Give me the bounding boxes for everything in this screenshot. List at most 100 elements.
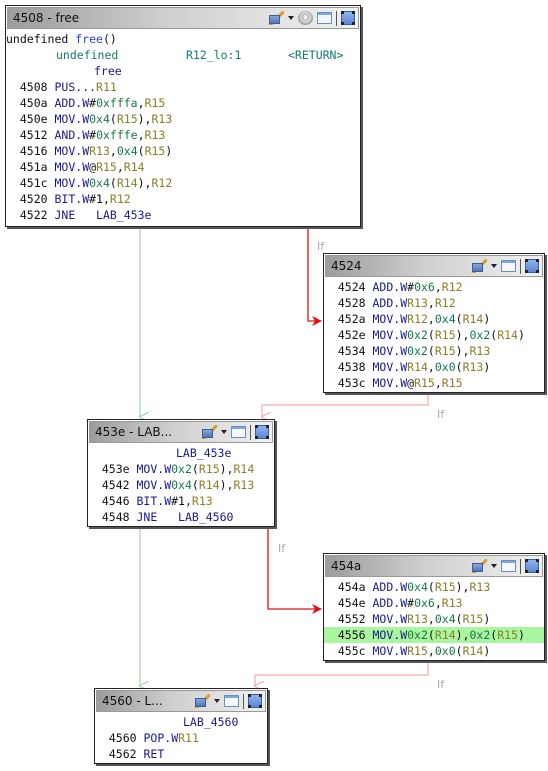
instruction-mnemonic[interactable]: MOV.W (137, 478, 172, 492)
operand-register[interactable]: R13 (407, 612, 428, 626)
instruction-row[interactable]: 4528 ADD.WR13,R12 (324, 295, 544, 311)
operand-register[interactable]: R14 (463, 644, 484, 658)
window-icon[interactable] (501, 560, 516, 572)
instruction-row[interactable]: 4534 MOV.W0x2(R15),R13 (324, 343, 544, 359)
operand-register[interactable]: R13 (145, 128, 166, 142)
instruction-mnemonic[interactable]: AND.W (55, 128, 90, 142)
instruction-mnemonic[interactable]: ADD.W (373, 596, 408, 610)
operand-immediate[interactable]: 0x6 (414, 280, 435, 294)
block-titlebar[interactable]: 4560 - L... (96, 690, 266, 712)
operand-immediate[interactable]: 0x2 (469, 628, 490, 642)
paint-brush-icon[interactable] (194, 694, 210, 708)
instruction-row[interactable]: 4542 MOV.W0x4(R14),R13 (88, 477, 274, 493)
instruction-mnemonic[interactable]: MOV.W (55, 176, 90, 190)
operand-immediate[interactable]: 0x4 (435, 612, 456, 626)
instruction-row[interactable]: 4508 PUS...R11 (6, 79, 360, 95)
instruction-mnemonic[interactable]: JNE (137, 510, 172, 524)
instruction-address[interactable]: 4548 (102, 510, 130, 524)
instruction-address[interactable]: 454e (338, 596, 366, 610)
instruction-row[interactable]: 451a MOV.W@R15,R14 (6, 159, 360, 175)
operand-register[interactable]: R15 (442, 376, 463, 390)
label-free[interactable]: free (94, 63, 122, 79)
operand-register[interactable]: R15 (435, 328, 456, 342)
operand-immediate[interactable]: 0x2 (407, 328, 428, 342)
instruction-address[interactable]: 452a (338, 312, 366, 326)
instruction-address[interactable]: 4556 (338, 628, 366, 642)
instruction-mnemonic[interactable]: MOV.W (373, 376, 408, 390)
instruction-row[interactable]: 451c MOV.W0x4(R14),R12 (6, 175, 360, 191)
operand-immediate[interactable]: 0x2 (407, 628, 428, 642)
operand-register[interactable]: R14 (463, 312, 484, 326)
window-icon[interactable] (317, 12, 332, 24)
operand-register[interactable]: R14 (199, 478, 220, 492)
operand-register[interactable]: R13 (469, 344, 490, 358)
operand-register[interactable]: R13 (442, 596, 463, 610)
block-titlebar[interactable]: 453e - LAB... (89, 421, 273, 443)
instruction-mnemonic[interactable]: MOV.W (373, 612, 408, 626)
operand-immediate[interactable]: 0x4 (89, 176, 110, 190)
instruction-address[interactable]: 4520 (20, 192, 48, 206)
instruction-address[interactable]: 451c (20, 176, 48, 190)
instruction-mnemonic[interactable]: ADD.W (55, 96, 90, 110)
operand-immediate[interactable]: 0xfffa (96, 96, 138, 110)
instruction-address[interactable]: 453e (102, 462, 130, 476)
instruction-mnemonic[interactable]: MOV.W (373, 312, 408, 326)
dropdown-arrow-icon[interactable] (221, 430, 227, 434)
operand-register[interactable]: R12 (435, 296, 456, 310)
code-block-4524[interactable]: 4524 4524 ADD.W#0x6,R12 4528 ADD.WR13,R1… (323, 253, 545, 393)
instruction-address[interactable]: 455c (338, 644, 366, 658)
instruction-row[interactable]: 4562 RET (95, 746, 267, 762)
fullscreen-icon[interactable] (255, 425, 269, 439)
paint-brush-icon[interactable] (471, 259, 487, 273)
instruction-address[interactable]: 4534 (338, 344, 366, 358)
operand-immediate[interactable]: 0x4 (117, 144, 138, 158)
instruction-row[interactable]: 450a ADD.W#0xfffa,R15 (6, 95, 360, 111)
instruction-mnemonic[interactable]: MOV.W (373, 344, 408, 358)
instruction-mnemonic[interactable]: ADD.W (373, 580, 408, 594)
instruction-mnemonic[interactable]: MOV.W (55, 160, 90, 174)
instruction-mnemonic[interactable]: MOV.W (373, 628, 408, 642)
operand-register[interactable]: R13 (463, 360, 484, 374)
instruction-row[interactable]: 452e MOV.W0x2(R15),0x2(R14) (324, 327, 544, 343)
window-icon[interactable] (224, 695, 239, 707)
instruction-mnemonic[interactable]: BIT.W (55, 192, 90, 206)
fullscreen-icon[interactable] (341, 11, 355, 25)
operand-register[interactable]: R15 (435, 344, 456, 358)
code-block-4508[interactable]: 4508 - free undefined free() undefined R1… (5, 5, 361, 227)
instruction-row[interactable]: 4522 JNE LAB_453e (6, 207, 360, 223)
goto-icon[interactable] (298, 11, 313, 25)
operand-label[interactable]: LAB_4560 (171, 510, 233, 524)
block-titlebar[interactable]: 4524 (325, 255, 543, 277)
instruction-address[interactable]: 4528 (338, 296, 366, 310)
fullscreen-icon[interactable] (525, 559, 539, 573)
instruction-mnemonic[interactable]: MOV.W (373, 328, 408, 342)
instruction-row[interactable]: 4548 JNE LAB_4560 (88, 509, 274, 525)
operand-register[interactable]: R15 (145, 144, 166, 158)
operand-register[interactable]: R14 (497, 328, 518, 342)
instruction-address[interactable]: 4522 (20, 208, 48, 222)
operand-immediate[interactable]: 0x0 (435, 360, 456, 374)
operand-register[interactable]: R12 (151, 176, 172, 190)
instruction-address[interactable]: 450e (20, 112, 48, 126)
instruction-address[interactable]: 450a (20, 96, 48, 110)
instruction-row-selected[interactable]: 4556 MOV.W0x2(R14),0x2(R15) (324, 627, 544, 643)
instruction-address[interactable]: 4542 (102, 478, 130, 492)
fullscreen-icon[interactable] (525, 259, 539, 273)
label-lab-4560[interactable]: LAB_4560 (183, 714, 238, 730)
dropdown-arrow-icon[interactable] (491, 264, 497, 268)
operand-register[interactable]: R13 (192, 494, 213, 508)
window-icon[interactable] (231, 426, 246, 438)
dropdown-arrow-icon[interactable] (288, 16, 294, 20)
instruction-mnemonic[interactable]: ADD.W (373, 296, 408, 310)
instruction-mnemonic[interactable]: JNE (55, 208, 90, 222)
operand-register[interactable]: R15 (414, 376, 435, 390)
instruction-address[interactable]: 4552 (338, 612, 366, 626)
instruction-row[interactable]: 4546 BIT.W#1,R13 (88, 493, 274, 509)
instruction-address[interactable]: 4516 (20, 144, 48, 158)
instruction-row[interactable]: 455c MOV.WR15,0x0(R14) (324, 643, 544, 659)
instruction-row[interactable]: 4524 ADD.W#0x6,R12 (324, 279, 544, 295)
operand-register[interactable]: R14 (233, 462, 254, 476)
instruction-address[interactable]: 4562 (109, 747, 137, 761)
instruction-address[interactable]: 4538 (338, 360, 366, 374)
operand-register[interactable]: R15 (117, 112, 138, 126)
